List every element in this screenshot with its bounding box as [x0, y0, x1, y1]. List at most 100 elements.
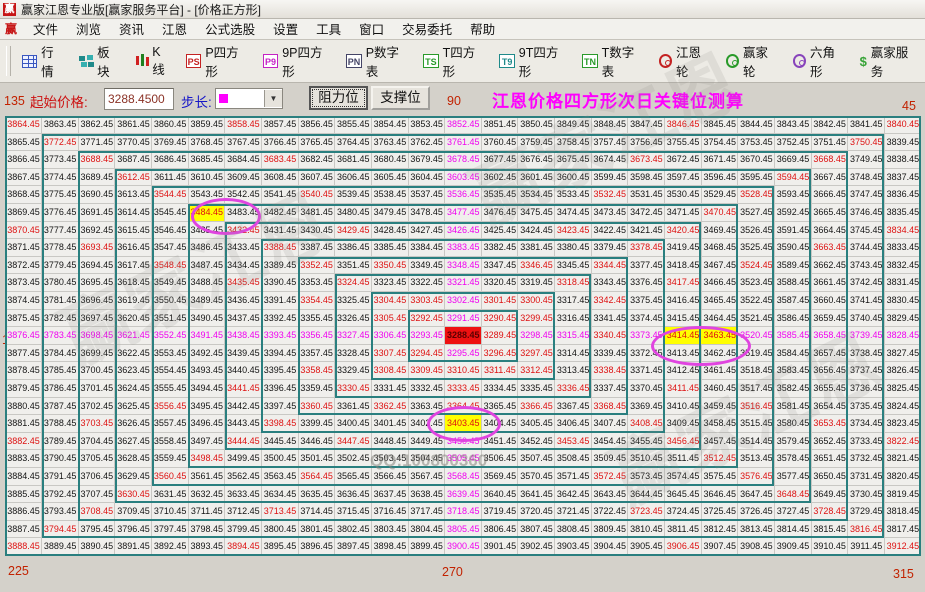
grid-cell: 3310.45 — [445, 362, 482, 380]
support-button[interactable]: 支撑位 — [371, 86, 430, 110]
toolbar-label: T数字表 — [601, 46, 635, 79]
grid-cell: 3868.45 — [5, 186, 42, 204]
toolbar-button-9P四方形[interactable]: P9 9P四方形 — [256, 39, 340, 83]
grid-cell: 3542.45 — [225, 186, 262, 204]
grid-cell: 3610.45 — [188, 169, 225, 187]
grid-cell: 3368.45 — [591, 398, 628, 416]
toolbar-button-K线[interactable]: K线 — [128, 42, 179, 81]
grid-cell: 3897.45 — [335, 538, 372, 556]
menu-item-设置[interactable]: 设置 — [264, 21, 307, 39]
grid-cell: 3405.45 — [518, 415, 555, 433]
toolbar-button-赢家服务[interactable]: $ 赢家服务 — [853, 39, 925, 83]
grid-cell: 3495.45 — [188, 398, 225, 416]
grid-cell: 3540.45 — [298, 186, 335, 204]
grid-cell: 3569.45 — [481, 468, 518, 486]
grid-cell: 3333.45 — [445, 380, 482, 398]
grid-cell: 3764.45 — [335, 134, 372, 152]
grid-cell: 3648.45 — [774, 486, 811, 504]
grid-cell: 3410.45 — [665, 398, 702, 416]
grid-cell: 3912.45 — [884, 538, 921, 556]
grid-cell: 3642.45 — [555, 486, 592, 504]
grid-cell: 3306.45 — [371, 327, 408, 345]
toolbar-label: 江恩轮 — [675, 46, 701, 79]
toolbar-button-9T四方形[interactable]: T9 9T四方形 — [492, 39, 575, 83]
menu-item-帮助[interactable]: 帮助 — [461, 21, 504, 39]
toolbar-label: 9T四方形 — [518, 46, 559, 79]
grid-cell: 3765.45 — [298, 134, 335, 152]
grid-cell: 3811.45 — [665, 521, 702, 539]
menu-item-窗口[interactable]: 窗口 — [350, 21, 393, 39]
controls-row: 起始价格: 步长: ▼ 阻力位 支撑位 江恩价格四方形次日关键位测算 — [0, 83, 925, 116]
grid-cell: 3457.45 — [701, 433, 738, 451]
grid-cell: 3434.45 — [225, 257, 262, 275]
grid-cell: 3711.45 — [188, 503, 225, 521]
grid-cell: 3477.45 — [445, 204, 482, 222]
grid-cell: 3899.45 — [408, 538, 445, 556]
grid-cell: 3509.45 — [591, 450, 628, 468]
grid-cell: 3539.45 — [335, 186, 372, 204]
grid-cell: 3371.45 — [628, 362, 665, 380]
grid-cell: 3467.45 — [701, 257, 738, 275]
grid-cell: 3669.45 — [774, 151, 811, 169]
toolbar-button-T四方形[interactable]: TS T四方形 — [416, 39, 492, 83]
grid-cell: 3302.45 — [445, 292, 482, 310]
grid-cell: 3557.45 — [152, 415, 189, 433]
angle-label-315: 315 — [893, 567, 914, 581]
menu-item-公式选股[interactable]: 公式选股 — [196, 21, 264, 39]
grid-cell: 3387.45 — [298, 239, 335, 257]
grid-cell: 3793.45 — [42, 503, 79, 521]
grid-cell: 3721.45 — [555, 503, 592, 521]
grid-cell: 3871.45 — [5, 239, 42, 257]
grid-cell: 3739.45 — [848, 327, 885, 345]
grid-cell: 3503.45 — [371, 450, 408, 468]
grid-cell: 3332.45 — [408, 380, 445, 398]
grid-cell: 3498.45 — [188, 450, 225, 468]
grid-cell: 3880.45 — [5, 398, 42, 416]
grid-cell: 3597.45 — [665, 169, 702, 187]
grid-cell: 3494.45 — [188, 380, 225, 398]
menu-item-工具[interactable]: 工具 — [307, 21, 350, 39]
menu-item-交易委托[interactable]: 交易委托 — [393, 21, 461, 39]
grid-cell: 3704.45 — [78, 433, 115, 451]
grid-cell: 3853.45 — [408, 116, 445, 134]
toolbar-button-P数字表[interactable]: PN P数字表 — [339, 39, 416, 83]
grid-cell: 3534.45 — [518, 186, 555, 204]
grid-cell: 3521.45 — [738, 310, 775, 328]
grid-cell: 3796.45 — [115, 521, 152, 539]
grid-cell: 3574.45 — [665, 468, 702, 486]
toolbar-button-江恩轮[interactable]: 江恩轮 — [652, 39, 719, 83]
grid-cell: 3707.45 — [78, 486, 115, 504]
step-combobox[interactable]: ▼ — [215, 88, 283, 109]
toolbar-button-T数字表[interactable]: TN T数字表 — [575, 39, 651, 83]
toolbar-button-赢家轮[interactable]: 赢家轮 — [719, 39, 786, 83]
grid-cell: 3846.45 — [665, 116, 702, 134]
menu-item-文件[interactable]: 文件 — [24, 21, 67, 39]
grid-cell: 3850.45 — [518, 116, 555, 134]
toolbar-button-六角形[interactable]: 六角形 — [786, 39, 853, 83]
menu-item-江恩[interactable]: 江恩 — [153, 21, 196, 39]
toolbar-label: 赢家轮 — [743, 46, 769, 79]
gann-price-square-grid: 3864.45 3863.45 3862.45 3861.45 3860.45 3859.… — [5, 116, 921, 556]
grid-cell: 3566.45 — [371, 468, 408, 486]
combo-dropdown-icon[interactable]: ▼ — [264, 90, 282, 107]
toolbar-button-板块[interactable]: 板块 — [72, 39, 128, 83]
grid-cell: 3700.45 — [78, 362, 115, 380]
toolbar: 行情 板块 K线 PS P四方形 P9 9P四方形 PN P数字表 TS T四方形 T9 9T四方形 TN… — [0, 40, 925, 83]
grid-cell: 3489.45 — [188, 292, 225, 310]
grid-cell: 3379.45 — [591, 239, 628, 257]
grid-cell: 3729.45 — [848, 503, 885, 521]
grid-cell: 3911.45 — [848, 538, 885, 556]
start-price-input[interactable] — [104, 88, 174, 110]
toolbar-button-P四方形[interactable]: PS P四方形 — [179, 39, 256, 83]
grid-cell: 3631.45 — [152, 486, 189, 504]
grid-cell: 3397.45 — [261, 398, 298, 416]
grid-cell: 3619.45 — [115, 292, 152, 310]
menu-item-资讯[interactable]: 资讯 — [110, 21, 153, 39]
grid-cell: 3556.45 — [152, 398, 189, 416]
grid-cell: 3356.45 — [298, 327, 335, 345]
resistance-button[interactable]: 阻力位 — [309, 86, 368, 110]
toolbar-button-行情[interactable]: 行情 — [15, 39, 72, 83]
menu-item-浏览[interactable]: 浏览 — [67, 21, 110, 39]
grid-cell: 3427.45 — [408, 222, 445, 240]
grid-cell: 3375.45 — [628, 292, 665, 310]
